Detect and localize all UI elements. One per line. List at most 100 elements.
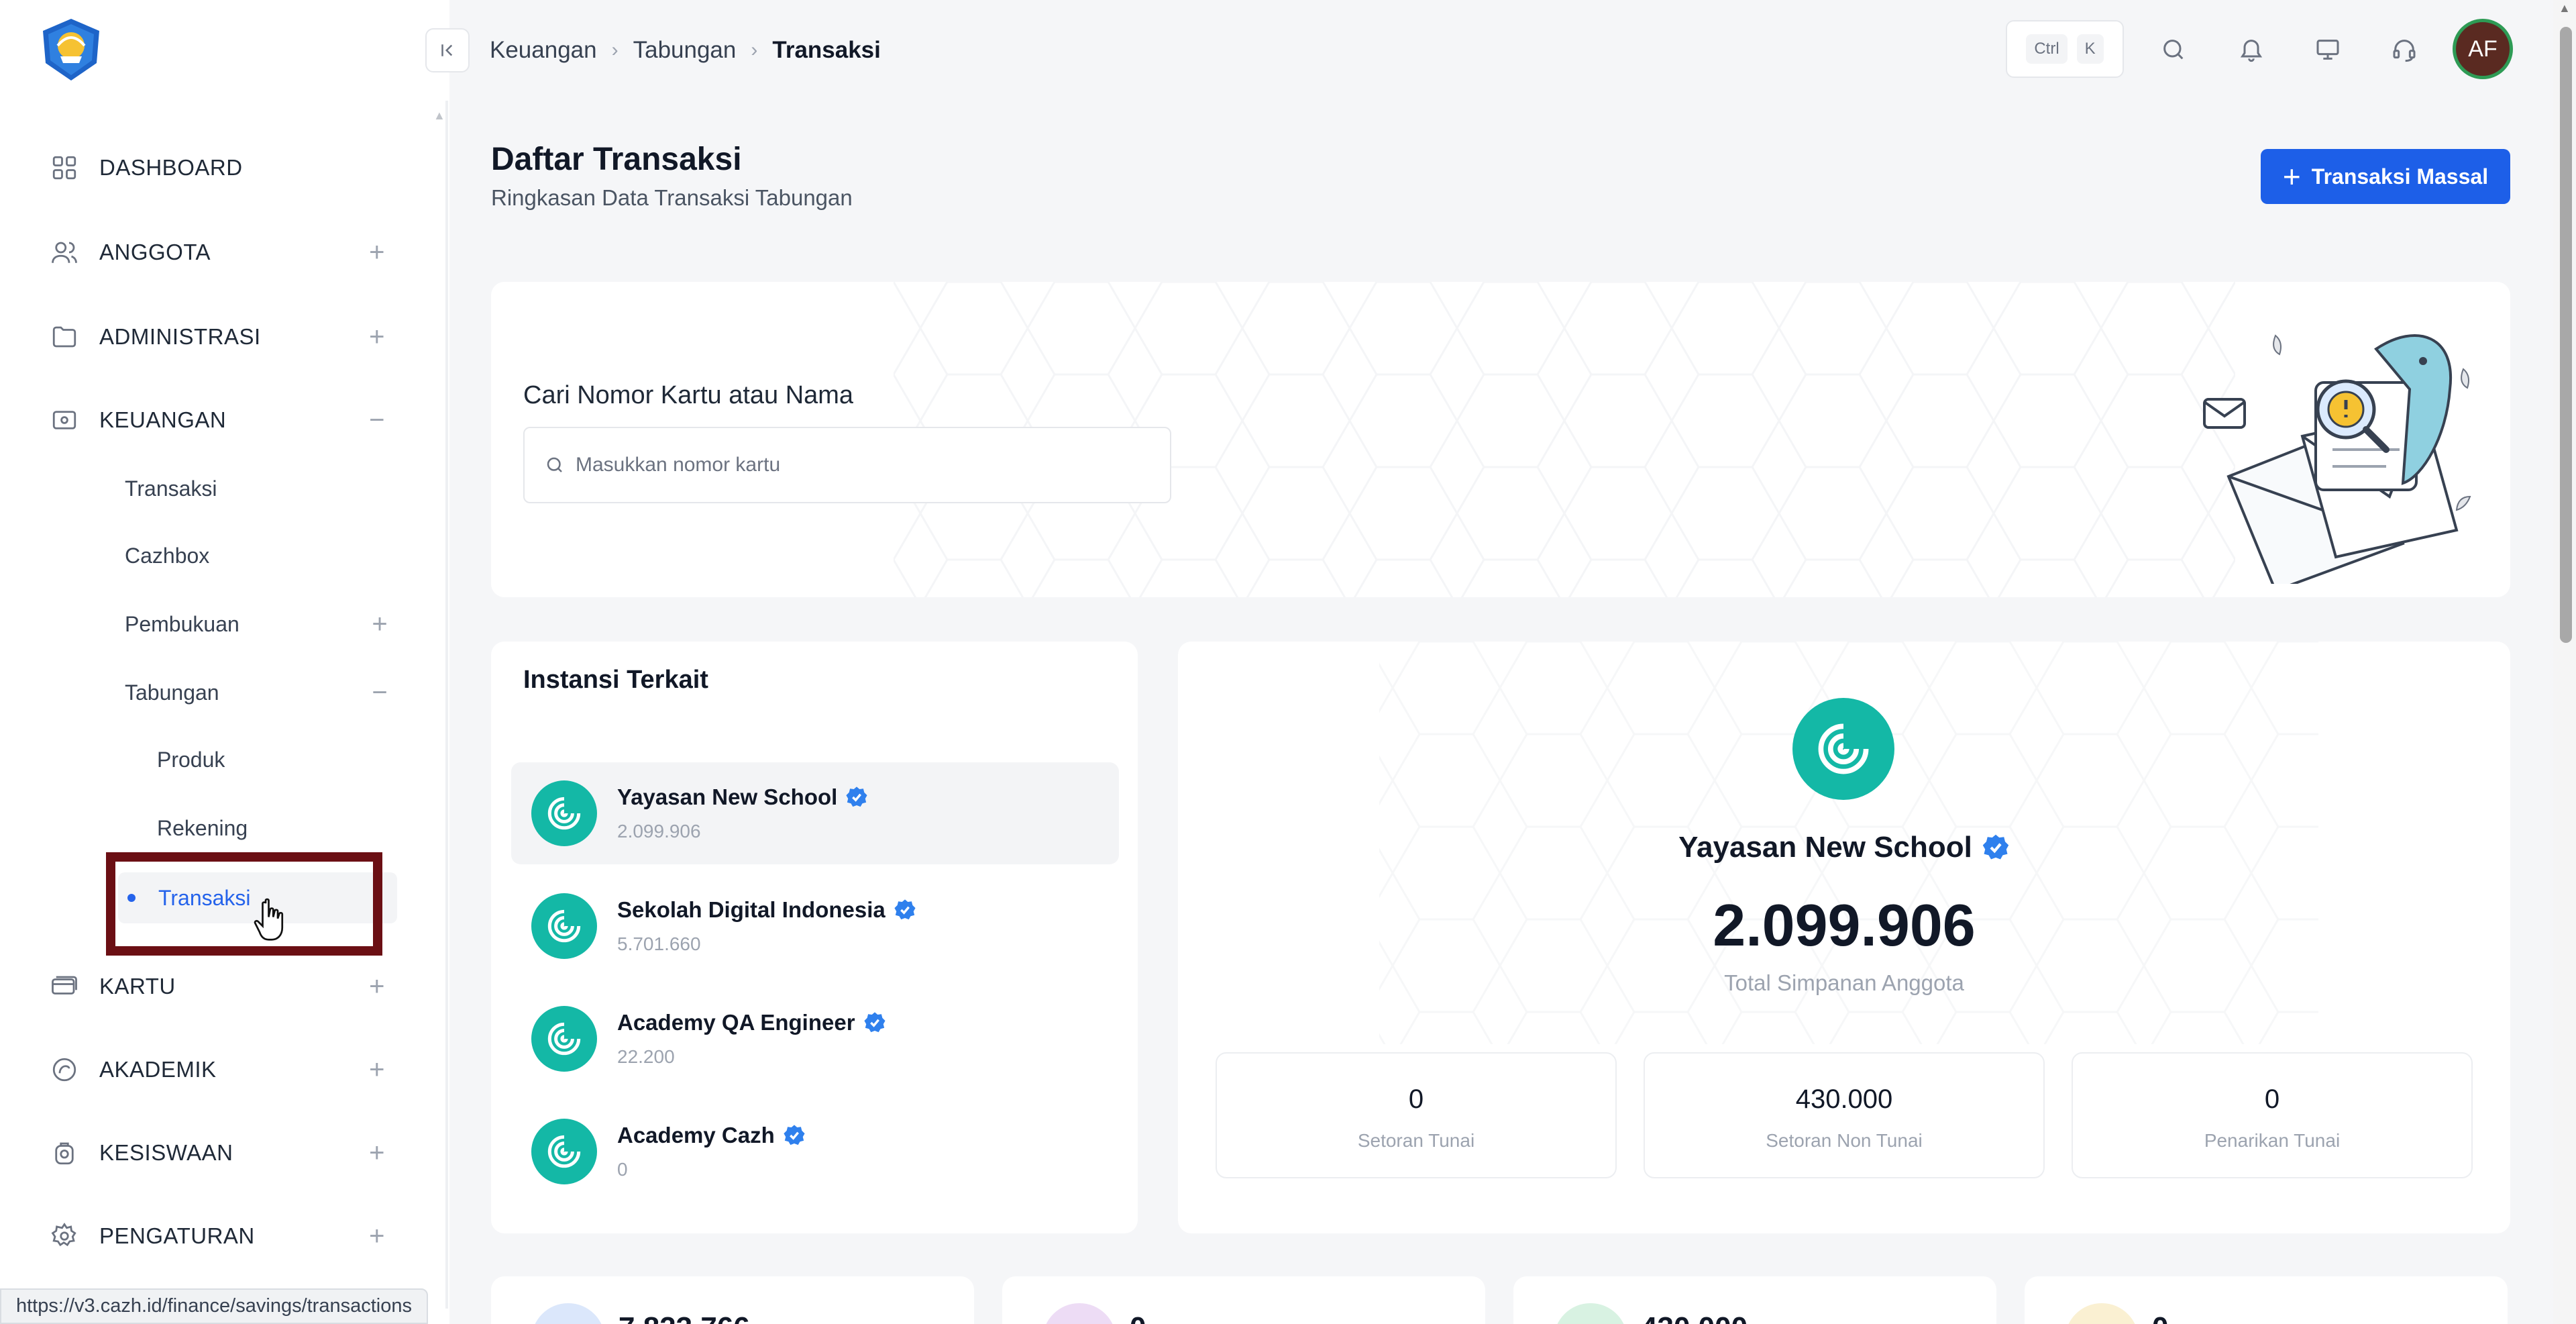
sidebar-item-kesiswaan[interactable]: KESISWAAN + — [48, 1133, 390, 1173]
expand-icon[interactable]: + — [364, 238, 390, 268]
collapse-icon[interactable]: − — [364, 405, 390, 436]
sidebar-subitem-tabungan[interactable]: Tabungan − — [125, 672, 393, 713]
sidebar-subitem-pembukuan[interactable]: Pembukuan + — [125, 604, 393, 644]
stat-setoran-non-tunai: 430.000 Setoran Non Tunai — [1644, 1052, 2045, 1178]
institution-value: 22.200 — [617, 1046, 675, 1067]
stat-label: Setoran Tunai — [1357, 1130, 1475, 1151]
verified-badge-icon — [863, 1012, 885, 1033]
institution-item-selected[interactable]: Yayasan New School 2.099.906 — [511, 762, 1119, 864]
sidebar-subitem-transaksi[interactable]: Transaksi — [125, 468, 393, 509]
sidebar-item-label: KARTU — [99, 974, 176, 999]
mail-search-illustration — [2203, 334, 2471, 584]
institution-logo-icon — [1792, 698, 1894, 800]
sidebar-subitem-cazhbox[interactable]: Cazhbox — [125, 536, 393, 576]
user-avatar[interactable]: AF — [2453, 19, 2513, 79]
sidebar-item-administrasi[interactable]: ADMINISTRASI + — [48, 317, 390, 357]
summary-value: 0 — [1130, 1311, 1146, 1324]
institution-name: Academy QA Engineer — [617, 1010, 855, 1035]
breadcrumb-item[interactable]: Keuangan — [490, 37, 597, 64]
summary-card: 430.000 — [1513, 1276, 1996, 1324]
page-scrollbar[interactable]: ▲ — [2553, 0, 2576, 1324]
institution-value: 2.099.906 — [617, 821, 701, 842]
institution-logo-icon — [531, 780, 597, 846]
sidebar-item-kartu[interactable]: KARTU + — [48, 966, 390, 1007]
card-icon — [48, 970, 80, 1003]
expand-icon[interactable]: + — [364, 1221, 390, 1252]
folder-icon — [48, 321, 80, 353]
stat-value: 0 — [2264, 1084, 2280, 1114]
search-label: Cari Nomor Kartu atau Nama — [523, 381, 854, 409]
sidebar-subitem-rekening[interactable]: Rekening — [157, 808, 398, 848]
sidebar-divider — [445, 101, 448, 1309]
summary-card: 0 — [1002, 1276, 1485, 1324]
kbd-k: K — [2076, 34, 2104, 64]
expand-icon[interactable]: + — [364, 322, 390, 352]
sidebar-item-label: KEUANGAN — [99, 407, 227, 432]
gear-icon — [48, 1220, 80, 1252]
sidebar-item-label: KESISWAAN — [99, 1140, 233, 1165]
sidebar-item-dashboard[interactable]: DASHBOARD — [48, 148, 390, 188]
wallet-icon — [48, 404, 80, 436]
sidebar-item-pengaturan[interactable]: PENGATURAN + — [48, 1216, 390, 1256]
scroll-thumb[interactable] — [2560, 27, 2572, 643]
hand-cursor-icon — [254, 898, 284, 941]
monitor-icon[interactable] — [2308, 30, 2348, 70]
summary-icon — [1042, 1303, 1116, 1324]
institution-value: 5.701.660 — [617, 933, 701, 954]
verified-badge-icon — [1982, 834, 2009, 860]
sidebar-scroll-up-icon[interactable]: ▲ — [433, 109, 445, 123]
search-card: Cari Nomor Kartu atau Nama Masukkan nomo… — [491, 282, 2510, 597]
sidebar-item-anggota[interactable]: ANGGOTA + — [48, 232, 390, 272]
related-institutions-card: Instansi Terkait Yayasan New School 2.09… — [491, 642, 1138, 1233]
page-title: Daftar Transaksi — [491, 142, 742, 177]
collapse-icon[interactable]: − — [366, 678, 393, 708]
stat-value: 430.000 — [1795, 1084, 1893, 1114]
student-icon — [48, 1137, 80, 1169]
academic-icon — [48, 1054, 80, 1086]
stat-label: Setoran Non Tunai — [1766, 1130, 1923, 1151]
kbd-ctrl: Ctrl — [2026, 34, 2068, 64]
institution-item[interactable]: Academy QA Engineer 22.200 — [511, 988, 1119, 1090]
sidebar-subitem-produk[interactable]: Produk — [157, 740, 398, 780]
sidebar-item-label: DASHBOARD — [99, 155, 243, 180]
chevron-right-icon: › — [751, 39, 758, 61]
verified-badge-icon — [784, 1125, 805, 1145]
sidebar-item-label: PENGATURAN — [99, 1223, 255, 1248]
breadcrumb-item[interactable]: Tabungan — [633, 37, 737, 64]
page-subtitle: Ringkasan Data Transaksi Tabungan — [491, 185, 853, 210]
stat-value: 0 — [1408, 1084, 1424, 1114]
sidebar-item-keuangan[interactable]: KEUANGAN − — [48, 400, 390, 440]
verified-badge-icon — [894, 899, 916, 920]
sidebar: DASHBOARD ANGGOTA + ADMINISTRASI + KEUAN… — [0, 0, 449, 1324]
expand-icon[interactable]: + — [366, 609, 393, 640]
grid-icon — [48, 152, 80, 184]
institution-item[interactable]: Sekolah Digital Indonesia 5.701.660 — [511, 875, 1119, 977]
expand-icon[interactable]: + — [364, 1138, 390, 1168]
detail-institution-name: Yayasan New School — [1678, 831, 1972, 864]
summary-value: 430.000 — [1641, 1311, 1748, 1324]
institution-detail-card: Yayasan New School 2.099.906 Total Simpa… — [1178, 642, 2510, 1233]
bell-icon[interactable] — [2231, 30, 2271, 70]
verified-badge-icon — [846, 786, 867, 807]
tut-wuri-handayani-logo[interactable] — [38, 16, 105, 83]
card-search-input[interactable]: Masukkan nomor kartu — [523, 427, 1171, 503]
summary-value: 7.823.766 — [619, 1311, 750, 1324]
transaksi-massal-button[interactable]: + Transaksi Massal — [2261, 149, 2510, 204]
search-icon[interactable] — [2153, 30, 2194, 70]
sidebar-item-label: ADMINISTRASI — [99, 324, 261, 349]
plus-icon: + — [2282, 159, 2301, 194]
collapse-sidebar-button[interactable] — [425, 28, 470, 72]
support-headset-icon[interactable] — [2384, 30, 2424, 70]
sidebar-item-akademik[interactable]: AKADEMIK + — [48, 1050, 390, 1090]
expand-icon[interactable]: + — [364, 1055, 390, 1085]
institution-value: 0 — [617, 1159, 628, 1180]
institution-item[interactable]: Academy Cazh 0 — [511, 1101, 1119, 1203]
breadcrumb: Keuangan › Tabungan › Transaksi — [490, 32, 881, 68]
institution-name: Sekolah Digital Indonesia — [617, 897, 885, 922]
expand-icon[interactable]: + — [364, 972, 390, 1002]
sidebar-item-label: AKADEMIK — [99, 1057, 217, 1082]
annotation-highlight-box — [106, 852, 382, 956]
command-palette-shortcut[interactable]: Ctrl K — [2006, 20, 2124, 78]
scroll-up-arrow-icon[interactable]: ▲ — [2559, 1, 2571, 15]
summary-icon — [2065, 1303, 2139, 1324]
